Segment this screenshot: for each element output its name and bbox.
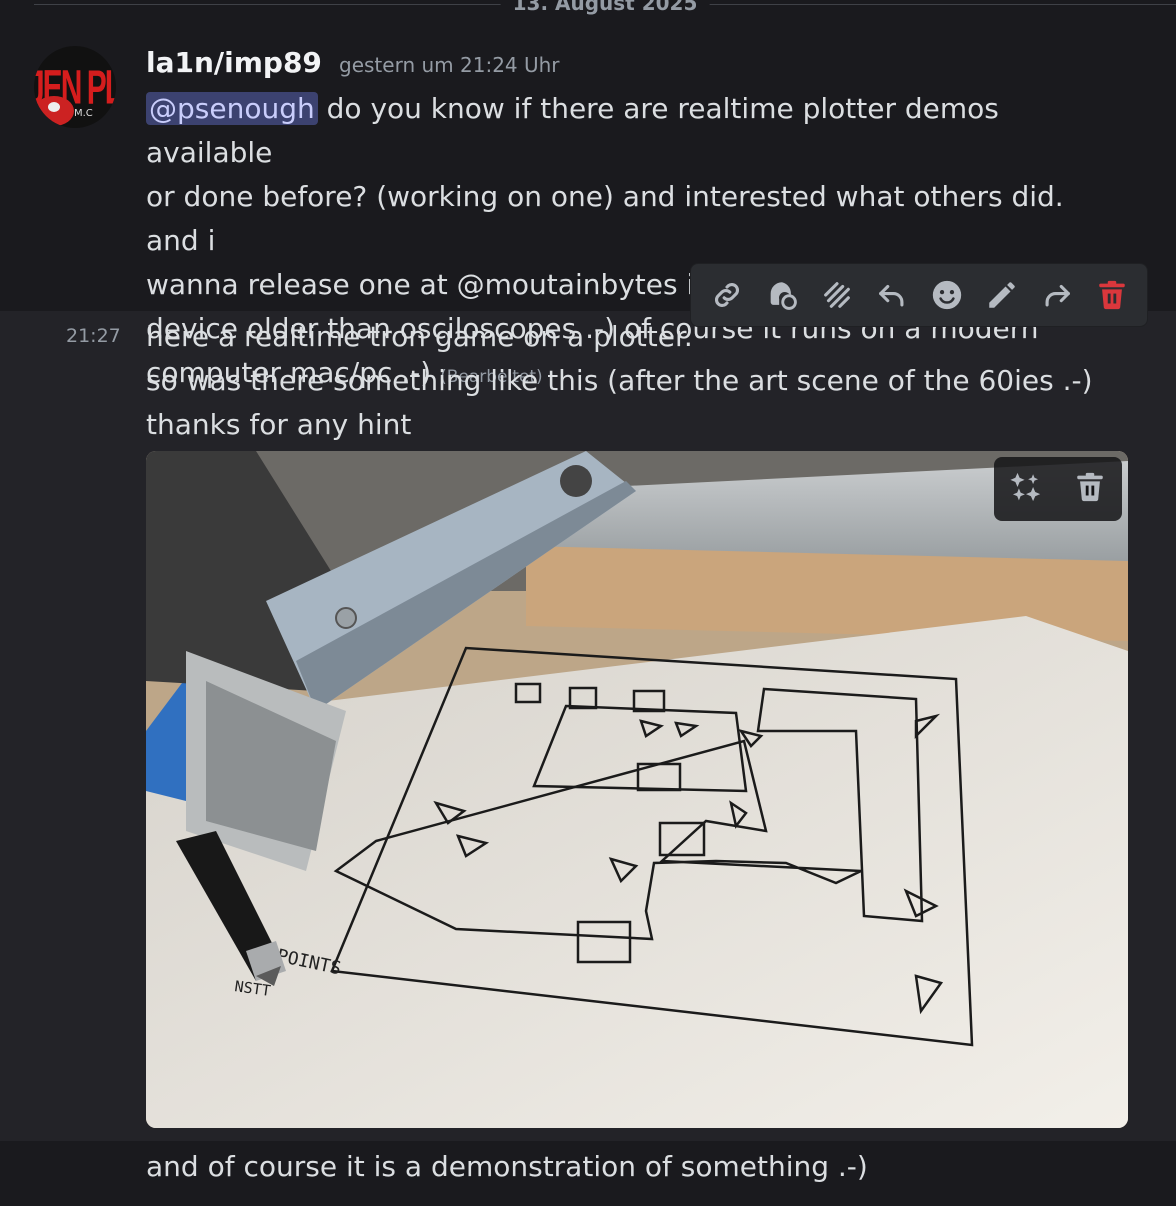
forward-button[interactable] (1035, 273, 1079, 317)
sparkle-icon (1010, 472, 1041, 502)
avatar-small-text: M.C (74, 108, 93, 119)
avatar[interactable]: JEN PLA M.C (34, 46, 116, 128)
avatar-graphic-detail (48, 102, 60, 112)
link-icon (714, 282, 739, 308)
message-text: here a realtime tron game on a plotter. … (146, 315, 1106, 447)
message-line: thanks for any hint (146, 408, 412, 441)
trash-icon (1077, 472, 1103, 502)
apps-button[interactable] (760, 273, 804, 317)
reaction-icon (932, 280, 961, 310)
edit-icon (988, 282, 1015, 308)
message-actions-toolbar (690, 263, 1148, 327)
reply-icon (878, 284, 903, 307)
delete-button[interactable] (1090, 273, 1134, 317)
image-attachment[interactable]: POINTS NSTT (146, 451, 1128, 1128)
hover-timestamp[interactable]: 21:27 (66, 325, 121, 347)
user-mention[interactable]: @psenough (146, 92, 318, 125)
message-timestamp[interactable]: gestern um 21:24 Uhr (339, 53, 560, 77)
thread-icon (823, 282, 850, 308)
message-line: and of course it is a demonstration of s… (146, 1150, 868, 1183)
divider-date: 13. August 2025 (500, 0, 710, 15)
edit-button[interactable] (980, 273, 1024, 317)
message-line: @psenough do you know if there are realt… (146, 87, 1106, 175)
image-overlay-actions (994, 457, 1122, 521)
message-text: and of course it is a demonstration of s… (146, 1145, 1106, 1189)
image-sparkle-button[interactable] (1009, 470, 1043, 508)
date-divider: 13. August 2025 (34, 0, 1176, 15)
create-thread-button[interactable] (815, 273, 859, 317)
delete-icon (1098, 280, 1125, 310)
username[interactable]: la1n/imp89 (146, 46, 322, 79)
add-reaction-button[interactable] (925, 273, 969, 317)
copy-link-button[interactable] (705, 273, 749, 317)
image-delete-button[interactable] (1073, 470, 1107, 508)
message-line: so was there something like this (after … (146, 364, 1093, 397)
plotter-photo: POINTS NSTT (146, 451, 1128, 1128)
forward-icon (1045, 284, 1070, 307)
reply-button[interactable] (870, 273, 914, 317)
message-header: la1n/imp89 gestern um 21:24 Uhr (146, 46, 560, 79)
app-icon (770, 282, 797, 310)
message-line: or done before? (working on one) and int… (146, 180, 1064, 257)
